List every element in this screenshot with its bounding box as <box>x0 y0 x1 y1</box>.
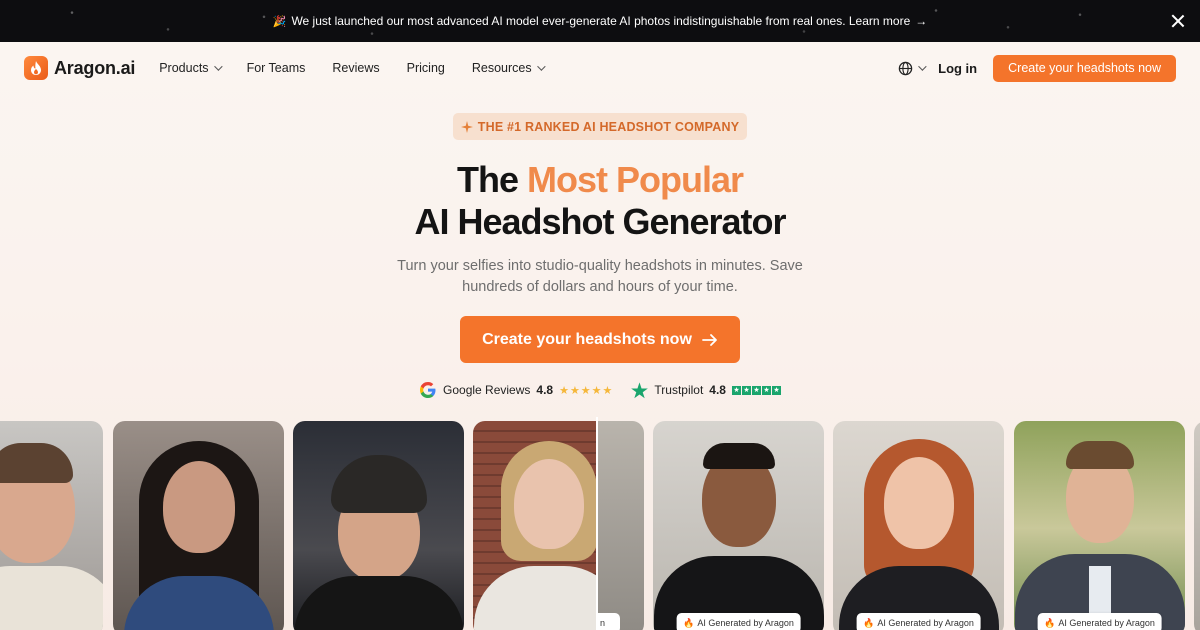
google-score: 4.8 <box>536 383 554 397</box>
badge-text: THE #1 RANKED AI HEADSHOT COMPANY <box>477 119 740 134</box>
comparison-divider[interactable] <box>596 417 598 630</box>
trustpilot-score: 4.8 <box>709 383 726 397</box>
close-icon[interactable] <box>1168 11 1188 31</box>
ai-generated-tag: 🔥 AI Generated by Aragon <box>1037 613 1162 630</box>
flame-icon: 🔥 <box>863 617 875 628</box>
nav-products[interactable]: Products <box>159 61 223 75</box>
nav-resources[interactable]: Resources <box>471 61 546 75</box>
arrow-right-icon <box>702 333 717 346</box>
ranked-badge: THE #1 RANKED AI HEADSHOT COMPANY <box>452 113 748 140</box>
headshot-photo: 🔥 AI Generated by Aragon <box>833 421 1004 630</box>
page-title: The Most Popular AI Headshot Generator <box>0 159 1200 243</box>
headshot-photo: 🔥 AI Generated by Aragon <box>1014 421 1185 630</box>
trustpilot-stars-icon: ★ ★ ★ ★ ★ <box>731 385 781 395</box>
trustpilot-label: Trustpilot <box>654 383 704 397</box>
trustpilot-rating[interactable]: Trustpilot 4.8 ★ ★ ★ ★ ★ <box>631 381 781 399</box>
nav-pricing[interactable]: Pricing <box>407 61 445 75</box>
brand-logo[interactable]: Aragon.ai <box>24 56 135 80</box>
ai-generated-tag-label: AI Generated by Aragon <box>877 618 974 628</box>
headline-prefix: The <box>456 159 527 200</box>
headshot-photo: 🔥 AI Generated by Aragon <box>653 421 824 630</box>
nav-pricing-label: Pricing <box>406 61 445 75</box>
headline-accent: Most Popular <box>527 159 744 200</box>
announcement-bar: 🎉 We just launched our most advanced AI … <box>0 0 1200 42</box>
sparkle-icon <box>460 120 473 133</box>
ai-generated-tag: 🔥 AI Generated by Aragon <box>856 613 981 630</box>
announcement-text[interactable]: We just launched our most advanced AI mo… <box>291 14 910 28</box>
trustpilot-star-icon <box>631 381 649 398</box>
arrow-right-icon[interactable]: → <box>915 14 927 28</box>
hero-subtitle: Turn your selfies into studio-quality he… <box>397 258 803 295</box>
google-icon <box>420 382 436 398</box>
globe-icon <box>898 61 913 75</box>
nav-reviews[interactable]: Reviews <box>332 61 379 75</box>
flame-icon: 🔥 <box>683 617 695 628</box>
brand-name: Aragon.ai <box>54 57 136 78</box>
flame-icon: 🔥 <box>1044 617 1056 628</box>
headline-line2: AI Headshot Generator <box>414 201 786 242</box>
ratings-row: Google Reviews 4.8 ★★★★★ Trustpilot 4.8 … <box>0 381 1200 399</box>
party-icon: 🎉 <box>272 15 287 28</box>
google-rating[interactable]: Google Reviews 4.8 ★★★★★ <box>419 381 613 399</box>
top-nav: Aragon.ai Products For Teams Reviews Pri… <box>0 42 1200 94</box>
hero-create-headshots-button[interactable]: Create your headshots now <box>460 316 740 363</box>
chevron-down-icon <box>536 62 546 71</box>
nav-reviews-label: Reviews <box>332 61 380 75</box>
nav-for-teams[interactable]: For Teams <box>247 61 306 75</box>
headshot-gallery: n 🔥 AI Generated by Aragon 🔥 AI Generated … <box>0 421 1200 630</box>
language-selector[interactable] <box>898 61 927 76</box>
ai-generated-tag: 🔥 AI Generated by Aragon <box>676 613 801 630</box>
login-link[interactable]: Log in <box>938 61 977 76</box>
headshot-photo <box>1194 421 1200 630</box>
google-label: Google Reviews <box>443 383 531 397</box>
headshot-photo <box>293 421 464 630</box>
ai-generated-tag-label: AI Generated by Aragon <box>697 618 794 628</box>
stars-icon: ★★★★★ <box>559 384 614 397</box>
ai-generated-tag: n <box>598 613 620 630</box>
ai-generated-tag-label: AI Generated by Aragon <box>1058 618 1155 628</box>
headshot-photo <box>473 421 596 630</box>
headshot-photo <box>113 421 284 630</box>
nav-right: Log in Create your headshots now <box>898 54 1176 82</box>
chevron-down-icon <box>918 62 927 71</box>
chevron-down-icon <box>213 62 223 71</box>
nav-resources-label: Resources <box>471 61 532 75</box>
flame-icon <box>24 56 48 80</box>
nav-create-headshots-button[interactable]: Create your headshots now <box>993 54 1176 82</box>
nav-products-label: Products <box>159 61 209 75</box>
headshot-photo <box>0 421 103 630</box>
hero-cta-label: Create your headshots now <box>482 330 692 348</box>
headshot-photo: n <box>598 421 644 630</box>
hero-section: THE #1 RANKED AI HEADSHOT COMPANY The Mo… <box>0 94 1200 399</box>
nav-for-teams-label: For Teams <box>246 61 306 75</box>
nav-links: Products For Teams Reviews Pricing Resou… <box>159 61 546 75</box>
